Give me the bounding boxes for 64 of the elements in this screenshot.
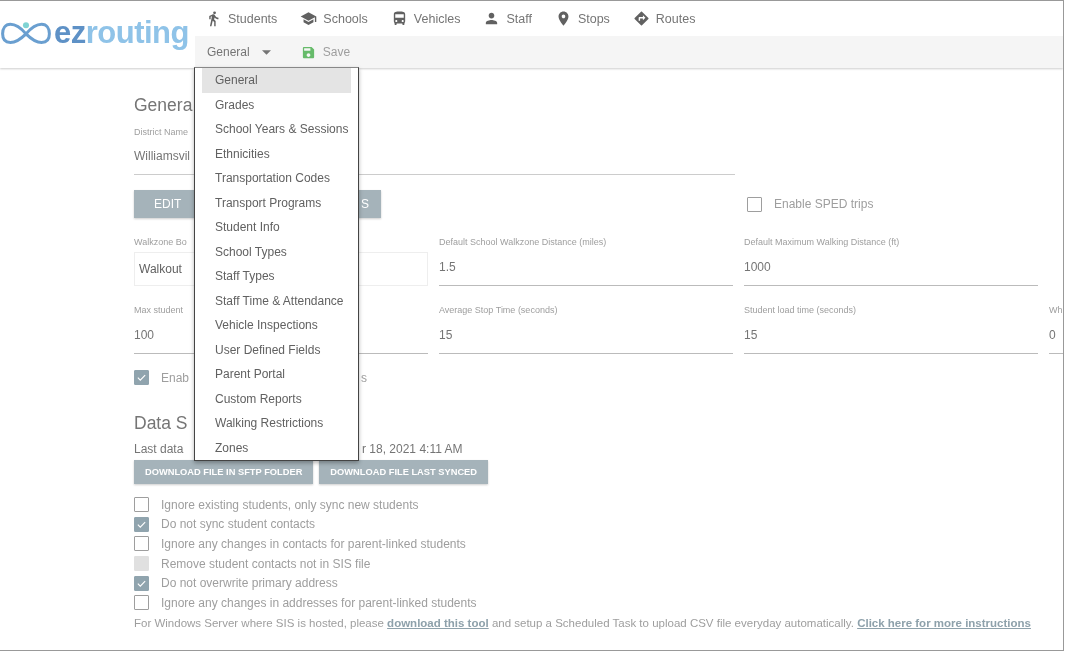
field-label: Wh bbox=[1049, 304, 1063, 316]
graduation-cap-icon bbox=[300, 10, 318, 27]
checkbox[interactable] bbox=[747, 196, 762, 212]
nav-tab[interactable]: Vehicles bbox=[390, 10, 461, 27]
checkbox-label: Remove student contacts not in SIS file bbox=[161, 556, 371, 571]
nav-tab[interactable]: Routes bbox=[632, 10, 696, 27]
menu-item[interactable]: Staff Time & Attendance bbox=[202, 288, 351, 313]
menu-item[interactable]: School Types bbox=[202, 239, 351, 264]
save-icon bbox=[300, 44, 316, 60]
checkbox[interactable] bbox=[134, 370, 149, 385]
menu-item[interactable]: General bbox=[202, 68, 351, 93]
menu-item[interactable]: Grades bbox=[202, 92, 351, 117]
checkbox-label: Ignore any changes in contacts for parent-linked students bbox=[161, 537, 466, 551]
menu-item[interactable]: Custom Reports bbox=[202, 386, 351, 411]
sync-status-text: r 18, 2021 4:11 AM bbox=[362, 442, 463, 456]
checkbox[interactable] bbox=[134, 575, 149, 591]
menu-item[interactable]: School Years & Sessions bbox=[202, 117, 351, 142]
field-label: District Name bbox=[134, 126, 188, 138]
sync-status-text: Last data bbox=[134, 442, 184, 456]
input-field[interactable]: 15 bbox=[439, 316, 733, 354]
nav-tab[interactable]: Schools bbox=[300, 10, 368, 27]
checkbox[interactable] bbox=[134, 497, 149, 513]
field-label: Default School Walkzone Distance (miles) bbox=[439, 236, 607, 248]
input-field[interactable]: 0 bbox=[1049, 316, 1063, 354]
input-field[interactable]: 15 bbox=[744, 316, 1038, 354]
caret-icon bbox=[261, 49, 271, 55]
menu-item[interactable]: Transport Programs bbox=[202, 190, 351, 215]
field-label: Default Maximum Walking Distance (ft) bbox=[744, 236, 900, 248]
input-field[interactable]: 1000 bbox=[744, 248, 1038, 286]
instructions-link[interactable]: Click here for more instructions bbox=[857, 616, 1031, 629]
checkbox-label: Ignore any changes in addresses for parent-linked students bbox=[161, 595, 477, 610]
checkbox-label: Ignore existing students, only sync new students bbox=[161, 497, 419, 512]
checkbox-label: Enable SPED trips bbox=[774, 197, 874, 211]
menu-item[interactable]: Parent Portal bbox=[202, 362, 351, 387]
save-button[interactable]: Save bbox=[300, 44, 351, 60]
nav-tab[interactable]: Students bbox=[205, 10, 278, 27]
field-label: Max student bbox=[134, 304, 184, 316]
checkbox[interactable] bbox=[134, 516, 149, 532]
download-link[interactable]: download this tool bbox=[387, 616, 489, 629]
checkbox-label: Do not sync student contacts bbox=[161, 517, 316, 532]
menu-item[interactable]: User Defined Fields bbox=[202, 337, 351, 362]
instructions-text: For Windows Server where SIS is hosted, please download this tool and setup a Scheduled Task to upload CSV file everyday automatically. Click here for more instructions bbox=[134, 615, 1032, 631]
checkbox-label: Do not overwrite primary address bbox=[161, 576, 338, 591]
checkbox-label: s bbox=[361, 370, 367, 385]
nav-tab[interactable]: Staff bbox=[483, 10, 532, 27]
logo-text: ezrouting bbox=[54, 15, 189, 51]
menu-item[interactable]: Vehicle Inspections bbox=[202, 313, 351, 338]
turn-sign-icon bbox=[632, 10, 650, 27]
infinity-logo-icon bbox=[0, 20, 52, 46]
section-title: Genera bbox=[134, 94, 193, 117]
menu-item[interactable]: Staff Types bbox=[202, 264, 351, 289]
menu-item[interactable]: Student Info bbox=[202, 215, 351, 240]
checkbox-label: Enab bbox=[161, 370, 190, 385]
menu-item[interactable]: Walking Restrictions bbox=[202, 411, 351, 436]
section-title: Data S bbox=[134, 412, 188, 435]
field-label: Student load time (seconds) bbox=[744, 304, 857, 316]
section-dropdown[interactable]: General bbox=[207, 45, 271, 59]
checkbox[interactable] bbox=[134, 595, 149, 611]
input-field[interactable]: 1.5 bbox=[439, 248, 733, 286]
nav-tab[interactable]: Stops bbox=[554, 10, 610, 27]
checkbox[interactable] bbox=[134, 536, 149, 552]
field-label: Average Stop Time (seconds) bbox=[439, 304, 558, 316]
menu-item[interactable]: Zones bbox=[202, 435, 351, 460]
field-label: Walkzone Bo bbox=[134, 236, 187, 248]
